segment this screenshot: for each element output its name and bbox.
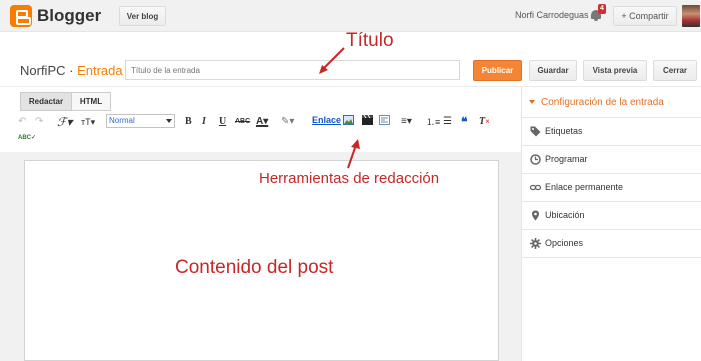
preview-button[interactable]: Vista previa: [583, 60, 647, 81]
insert-image-icon[interactable]: [343, 115, 354, 125]
share-button[interactable]: + Compartir: [613, 6, 677, 26]
post-title-input[interactable]: [125, 60, 460, 80]
user-name[interactable]: Norfi Carrodeguas: [515, 10, 589, 20]
spellcheck-icon[interactable]: ABC✓: [18, 131, 36, 144]
post-settings-header[interactable]: Configuración de la entrada: [522, 87, 701, 118]
publish-button[interactable]: Publicar: [473, 60, 522, 81]
sidebar-item-options[interactable]: Opciones: [522, 230, 701, 258]
blogger-logo-text: Blogger: [37, 6, 102, 25]
sidebar-item-location[interactable]: Ubicación: [522, 202, 701, 230]
redo-icon[interactable]: ↷: [35, 115, 43, 128]
insert-video-icon[interactable]: [362, 115, 373, 125]
avatar[interactable]: [682, 5, 700, 27]
bold-icon[interactable]: B: [185, 115, 192, 128]
font-size-icon[interactable]: тT▾: [81, 115, 95, 128]
align-icon[interactable]: ≡▾: [401, 115, 412, 128]
remove-format-icon[interactable]: T ×: [479, 115, 490, 128]
post-settings-title: Configuración de la entrada: [541, 97, 664, 108]
annotation-title: Título: [346, 30, 394, 51]
tab-compose[interactable]: Redactar: [20, 92, 72, 111]
numbered-list-icon[interactable]: ⒈≡: [426, 115, 440, 128]
notification-badge: 4: [598, 4, 606, 14]
triangle-down-icon: [529, 100, 535, 104]
location-pin-icon: [532, 210, 539, 221]
sidebar-item-permalink[interactable]: Enlace permanente: [522, 174, 701, 202]
blog-name-separator: ·: [65, 63, 78, 78]
tag-icon: [530, 126, 541, 137]
link-button[interactable]: Enlace: [312, 115, 341, 125]
format-select-value: Normal: [109, 116, 135, 125]
blogger-logo[interactable]: Blogger: [10, 5, 101, 27]
sidebar-item-schedule[interactable]: Programar: [522, 146, 701, 174]
italic-icon[interactable]: I: [202, 115, 206, 128]
sidebar-item-label: Etiquetas: [545, 126, 583, 136]
save-button[interactable]: Guardar: [529, 60, 577, 81]
blogger-logo-icon: [10, 5, 32, 27]
chevron-down-icon: [166, 119, 172, 123]
annotation-content: Contenido del post: [175, 257, 334, 278]
blog-name: NorfiPC · Entrada: [20, 63, 123, 78]
sidebar-item-label: Enlace permanente: [545, 182, 624, 192]
strikethrough-icon[interactable]: ABC: [235, 115, 250, 128]
highlight-icon[interactable]: ✎▾: [281, 115, 294, 128]
annotation-tools: Herramientas de redacción: [259, 170, 440, 187]
jump-break-icon[interactable]: [379, 115, 390, 125]
close-button[interactable]: Cerrar: [653, 60, 697, 81]
sidebar-item-label: Ubicación: [545, 210, 585, 220]
top-bar: Blogger Ver blog Norfi Carrodeguas 4 + C…: [0, 0, 701, 32]
sidebar-item-labels[interactable]: Etiquetas: [522, 118, 701, 146]
editor-toolbar: Redactar HTML ↶ ↷ ℱ▾ тT▾ Normal B I U AB…: [15, 90, 520, 152]
section-label: Entrada: [77, 63, 123, 78]
tab-html[interactable]: HTML: [71, 92, 111, 111]
post-settings-panel: Configuración de la entrada Etiquetas Pr…: [521, 87, 701, 361]
text-color-icon[interactable]: A▾: [256, 115, 268, 128]
bulleted-list-icon[interactable]: ☰: [443, 115, 452, 128]
gear-icon: [530, 238, 541, 249]
link-icon: [530, 184, 541, 191]
view-blog-button[interactable]: Ver blog: [119, 6, 166, 26]
font-family-icon[interactable]: ℱ▾: [57, 115, 72, 128]
sidebar-item-label: Programar: [545, 154, 588, 164]
sidebar-item-label: Opciones: [545, 238, 584, 248]
format-select[interactable]: Normal: [106, 114, 175, 128]
clock-icon: [530, 154, 541, 165]
blog-name-text: NorfiPC: [20, 63, 66, 78]
quote-icon[interactable]: ❝: [461, 115, 467, 128]
underline-icon[interactable]: U: [219, 115, 226, 128]
undo-icon[interactable]: ↶: [18, 115, 26, 128]
